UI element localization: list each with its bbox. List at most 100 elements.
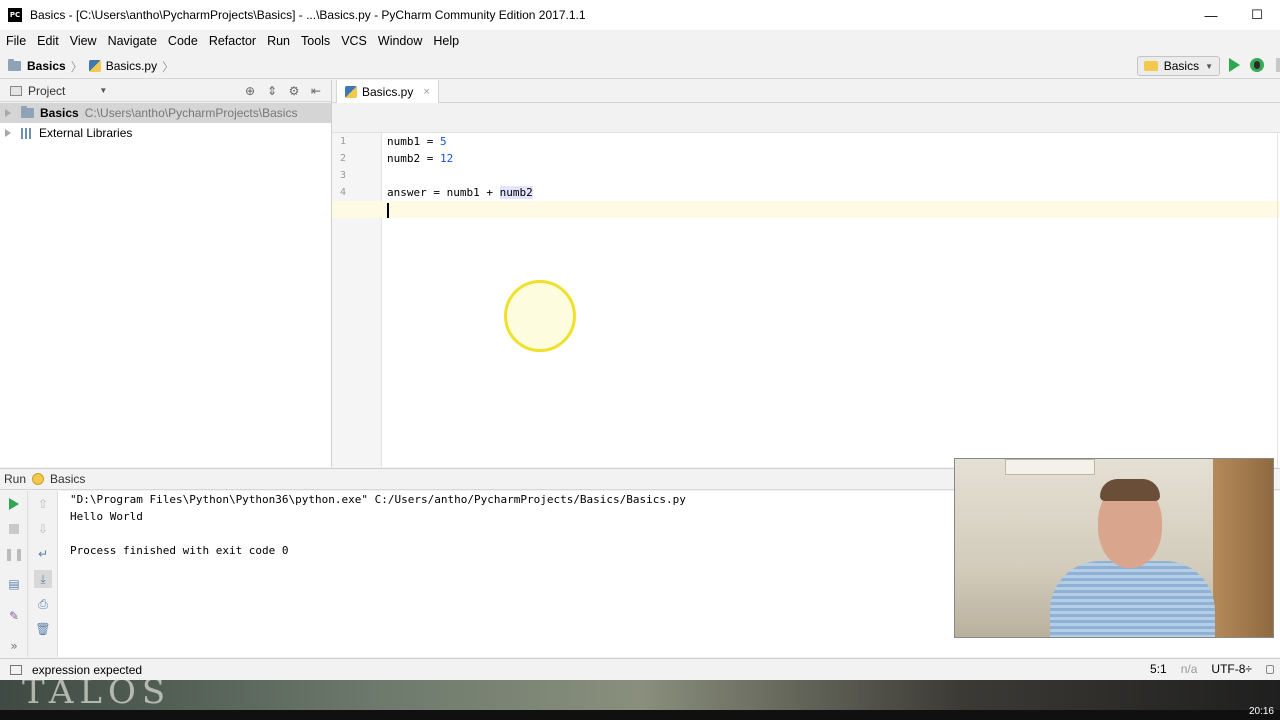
folder-icon — [21, 106, 34, 118]
tree-item-basics[interactable]: Basics C:\Users\antho\PycharmProjects\Ba… — [0, 103, 331, 123]
taskbar-clock[interactable]: 20:16 — [1249, 706, 1274, 717]
wallpaper-text: TALOS — [22, 680, 172, 710]
code-line-5-current[interactable] — [332, 201, 1280, 218]
project-view-label[interactable]: Project — [28, 84, 65, 98]
play-icon — [9, 498, 19, 510]
menu-vcs[interactable]: VCS — [337, 34, 371, 48]
webcam-door — [1213, 459, 1273, 637]
right-margin-guide — [1277, 133, 1278, 467]
library-icon — [21, 127, 33, 139]
debug-button[interactable] — [1250, 58, 1264, 72]
menu-run[interactable]: Run — [263, 34, 294, 48]
breadcrumb-file-label: Basics.py — [105, 59, 158, 73]
run-configuration-select[interactable]: Basics ▼ — [1136, 56, 1220, 76]
menu-navigate[interactable]: Navigate — [104, 34, 161, 48]
maximize-button[interactable]: ☐ — [1234, 0, 1280, 30]
code-line-4[interactable]: answer = numb1 + numb2 — [387, 184, 533, 201]
line-number-gutter: 1 2 3 4 5 — [332, 133, 382, 467]
number-literal: 12 — [439, 152, 454, 165]
expand-arrow-icon[interactable] — [5, 109, 11, 117]
toggle-tool-windows-icon[interactable] — [10, 664, 22, 675]
python-config-icon — [1143, 61, 1158, 71]
arrow-up-icon[interactable]: ⇧ — [34, 495, 52, 513]
number-literal: 5 — [439, 135, 447, 148]
desktop-wallpaper: TALOS — [0, 680, 1280, 710]
file-encoding[interactable]: UTF-8÷ — [1211, 662, 1252, 676]
menu-edit[interactable]: Edit — [33, 34, 63, 48]
chevron-down-icon: ▼ — [1205, 61, 1213, 71]
chevron-down-icon[interactable]: ▼ — [99, 86, 107, 95]
project-view-icon — [10, 85, 22, 96]
webcam-person-hair — [1100, 479, 1160, 501]
print-icon[interactable]: ⎙ — [34, 595, 52, 613]
line-number: 3 — [339, 170, 346, 181]
folder-icon — [8, 59, 21, 71]
layout-icon[interactable]: ▤ — [5, 575, 23, 593]
arrow-down-icon[interactable]: ⇩ — [34, 520, 52, 538]
status-bar-widgets: 5:1 n/a UTF-8÷ — [1150, 662, 1274, 676]
soft-wrap-icon[interactable]: ↵ — [34, 545, 52, 563]
status-bar: expression expected 5:1 n/a UTF-8÷ — [0, 658, 1280, 680]
breadcrumb-separator: 〉 — [70, 59, 83, 74]
console-line: Process finished with exit code 0 — [70, 544, 289, 557]
menu-refactor[interactable]: Refactor — [205, 34, 260, 48]
pin-icon[interactable]: ✎ — [5, 607, 23, 625]
minimize-button[interactable]: — — [1188, 0, 1234, 30]
menu-window[interactable]: Window — [374, 34, 426, 48]
menu-code[interactable]: Code — [164, 34, 202, 48]
tree-item-label: External Libraries — [39, 126, 133, 140]
run-panel-config[interactable]: Basics — [50, 472, 85, 486]
menu-help[interactable]: Help — [429, 34, 463, 48]
text-caret — [387, 202, 389, 218]
mouse-highlight-circle — [504, 280, 576, 352]
expand-arrow-icon[interactable] — [5, 129, 11, 137]
caret-position[interactable]: 5:1 — [1150, 662, 1167, 676]
title-bar: PC Basics - [C:\Users\antho\PycharmProje… — [0, 0, 1280, 30]
menu-file[interactable]: File — [2, 34, 30, 48]
code-line-2[interactable]: numb2 = 12 — [387, 150, 453, 167]
window-title: Basics - [C:\Users\antho\PycharmProjects… — [30, 8, 586, 22]
breadcrumb-project[interactable]: Basics — [8, 59, 66, 73]
breadcrumb-project-label: Basics — [27, 59, 66, 73]
breadcrumb-file[interactable]: Basics.py — [88, 59, 158, 73]
stop-button[interactable] — [5, 520, 23, 538]
run-configuration-label: Basics — [1163, 59, 1200, 73]
rerun-button[interactable] — [5, 495, 23, 513]
tree-item-external-libraries[interactable]: External Libraries — [0, 123, 331, 143]
gear-icon[interactable]: ⚙ — [287, 84, 301, 98]
project-tree: Basics C:\Users\antho\PycharmProjects\Ba… — [0, 103, 331, 467]
highlighted-identifier: numb2 — [499, 186, 533, 199]
code-line-1[interactable]: numb1 = 5 — [387, 133, 447, 150]
run-panel-title[interactable]: Run — [4, 472, 26, 486]
close-icon[interactable]: × — [423, 86, 429, 98]
code-text: numb1 = — [387, 135, 440, 148]
scroll-to-end-icon[interactable]: ⤓ — [34, 570, 52, 588]
pause-icon[interactable]: ❚❚ — [4, 545, 24, 563]
webcam-air-conditioner — [1005, 459, 1095, 475]
breadcrumb-separator: 〉 — [162, 59, 175, 74]
expand-more-icon[interactable]: » — [5, 637, 23, 655]
menu-tools[interactable]: Tools — [297, 34, 334, 48]
run-toolbar-secondary: ⇧ ⇩ ↵ ⤓ ⎙ 🗑 — [28, 491, 58, 657]
line-separator[interactable]: n/a — [1181, 662, 1198, 676]
trash-icon[interactable]: 🗑 — [34, 620, 52, 638]
menu-view[interactable]: View — [66, 34, 101, 48]
tab-basics-py[interactable]: Basics.py × — [336, 80, 439, 103]
scroll-from-source-icon[interactable]: ⊕ — [243, 84, 257, 98]
stop-icon — [9, 524, 19, 534]
run-toolbar-primary: ❚❚ ▤ ✎ » — [0, 491, 28, 657]
console-line: Hello World — [70, 510, 143, 523]
taskbar: 20:16 — [0, 706, 1280, 720]
tab-label: Basics.py — [362, 84, 414, 99]
lock-icon[interactable] — [1266, 664, 1274, 674]
run-button[interactable] — [1229, 58, 1240, 72]
code-editor[interactable]: 1 2 3 4 5 numb1 = 5 numb2 = 12 answer = … — [332, 133, 1280, 467]
python-config-icon — [32, 473, 45, 485]
hide-panel-icon[interactable]: ⇤ — [309, 84, 323, 98]
python-file-icon — [88, 60, 101, 72]
code-text: numb2 = — [387, 152, 440, 165]
collapse-all-icon[interactable]: ⇕ — [265, 84, 279, 98]
project-panel-header: Project ▼ ⊕ ⇕ ⚙ ⇤ — [0, 80, 331, 102]
menu-bar: File Edit View Navigate Code Refactor Ru… — [0, 30, 1280, 52]
editor-breadcrumb-strip — [332, 104, 1280, 133]
